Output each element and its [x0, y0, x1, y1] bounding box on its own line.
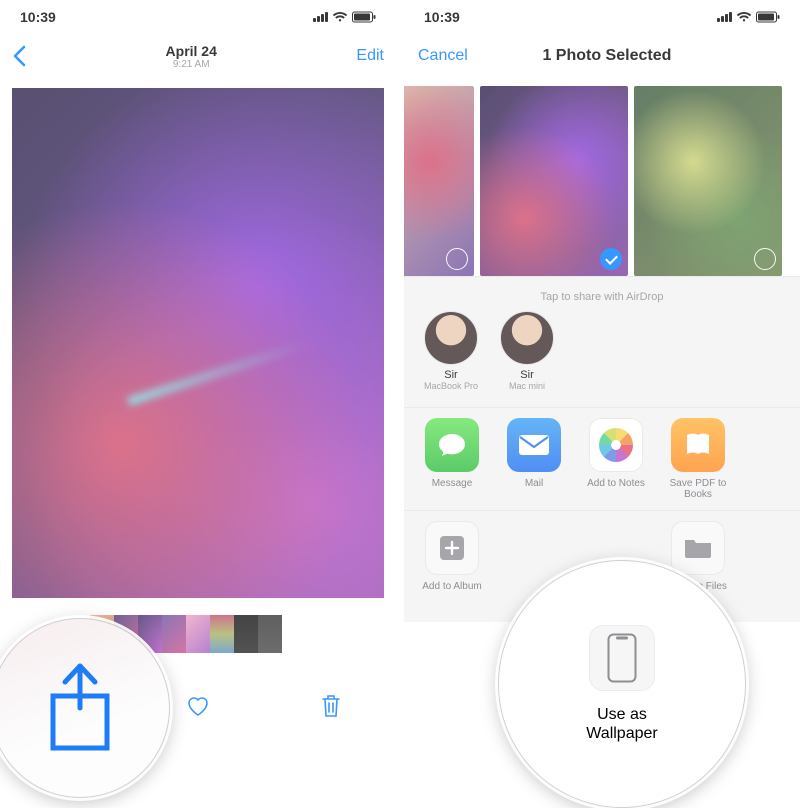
wallpaper-callout-label: Use asWallpaper [586, 705, 657, 743]
selectable-photo[interactable] [480, 86, 628, 276]
airdrop-target[interactable]: Sir Mac mini [500, 311, 554, 391]
avatar [424, 311, 478, 365]
thumbnail[interactable] [258, 615, 282, 653]
photo-preview[interactable] [12, 88, 384, 598]
favorite-button[interactable] [185, 694, 211, 723]
selected-check-icon[interactable] [600, 248, 622, 270]
cellular-icon [313, 12, 328, 22]
share-app-notes[interactable]: Add to Notes [582, 418, 650, 500]
app-label: Save PDF to Books [664, 478, 732, 500]
airdrop-hint: Tap to share with AirDrop [404, 285, 800, 311]
wallpaper-callout: Use asWallpaper [498, 560, 746, 808]
nav-title-group: April 24 9:21 AM [26, 43, 356, 70]
status-time: 10:39 [424, 9, 460, 25]
share-nav: Cancel 1 Photo Selected [404, 34, 800, 78]
select-ring-icon[interactable] [446, 248, 468, 270]
action-label: Add to Album [418, 581, 486, 592]
airdrop-row: Sir MacBook Pro Sir Mac mini [404, 311, 800, 407]
avatar [500, 311, 554, 365]
app-label: Message [418, 478, 486, 489]
back-button[interactable] [12, 45, 26, 67]
mail-icon [507, 418, 561, 472]
status-bar: 10:39 [0, 0, 396, 34]
wifi-icon [332, 11, 348, 23]
airdrop-target[interactable]: Sir MacBook Pro [424, 311, 478, 391]
share-icon [43, 656, 117, 761]
nav-subtitle: 9:21 AM [26, 59, 356, 70]
app-label: Add to Notes [582, 478, 650, 489]
add-to-album-icon [425, 521, 479, 575]
status-indicators [717, 11, 780, 23]
trash-button[interactable] [320, 693, 342, 724]
airdrop-device: Mac mini [500, 381, 554, 391]
share-app-message[interactable]: Message [418, 418, 486, 500]
airdrop-device: MacBook Pro [424, 381, 478, 391]
wifi-icon [736, 11, 752, 23]
selectable-photo[interactable] [634, 86, 782, 276]
messages-icon [425, 418, 479, 472]
select-ring-icon[interactable] [754, 248, 776, 270]
thumbnail[interactable] [186, 615, 210, 653]
nav-title: April 24 [26, 43, 356, 59]
battery-icon [756, 11, 780, 23]
share-apps-row: Message Mail Add to Notes [404, 407, 800, 510]
photos-icon [589, 418, 643, 472]
thumbnail[interactable] [210, 615, 234, 653]
thumbnail[interactable] [234, 615, 258, 653]
airdrop-name: Sir [500, 369, 554, 381]
status-time: 10:39 [20, 9, 56, 25]
share-title: 1 Photo Selected [428, 47, 786, 65]
books-icon [671, 418, 725, 472]
nav-bar: April 24 9:21 AM Edit [0, 34, 396, 78]
status-indicators [313, 11, 376, 23]
thumbnail[interactable] [162, 615, 186, 653]
folder-icon [671, 521, 725, 575]
edit-button[interactable]: Edit [356, 47, 384, 65]
action-add-to-album[interactable]: Add to Album [418, 521, 486, 592]
use-as-wallpaper-icon[interactable] [589, 625, 655, 691]
cellular-icon [717, 12, 732, 22]
airdrop-name: Sir [424, 369, 478, 381]
share-app-books[interactable]: Save PDF to Books [664, 418, 732, 500]
app-label: Mail [500, 478, 568, 489]
status-bar: 10:39 [404, 0, 800, 34]
battery-icon [352, 11, 376, 23]
selection-thumbnails[interactable] [404, 78, 800, 276]
selectable-photo[interactable] [404, 86, 474, 276]
share-app-mail[interactable]: Mail [500, 418, 568, 500]
